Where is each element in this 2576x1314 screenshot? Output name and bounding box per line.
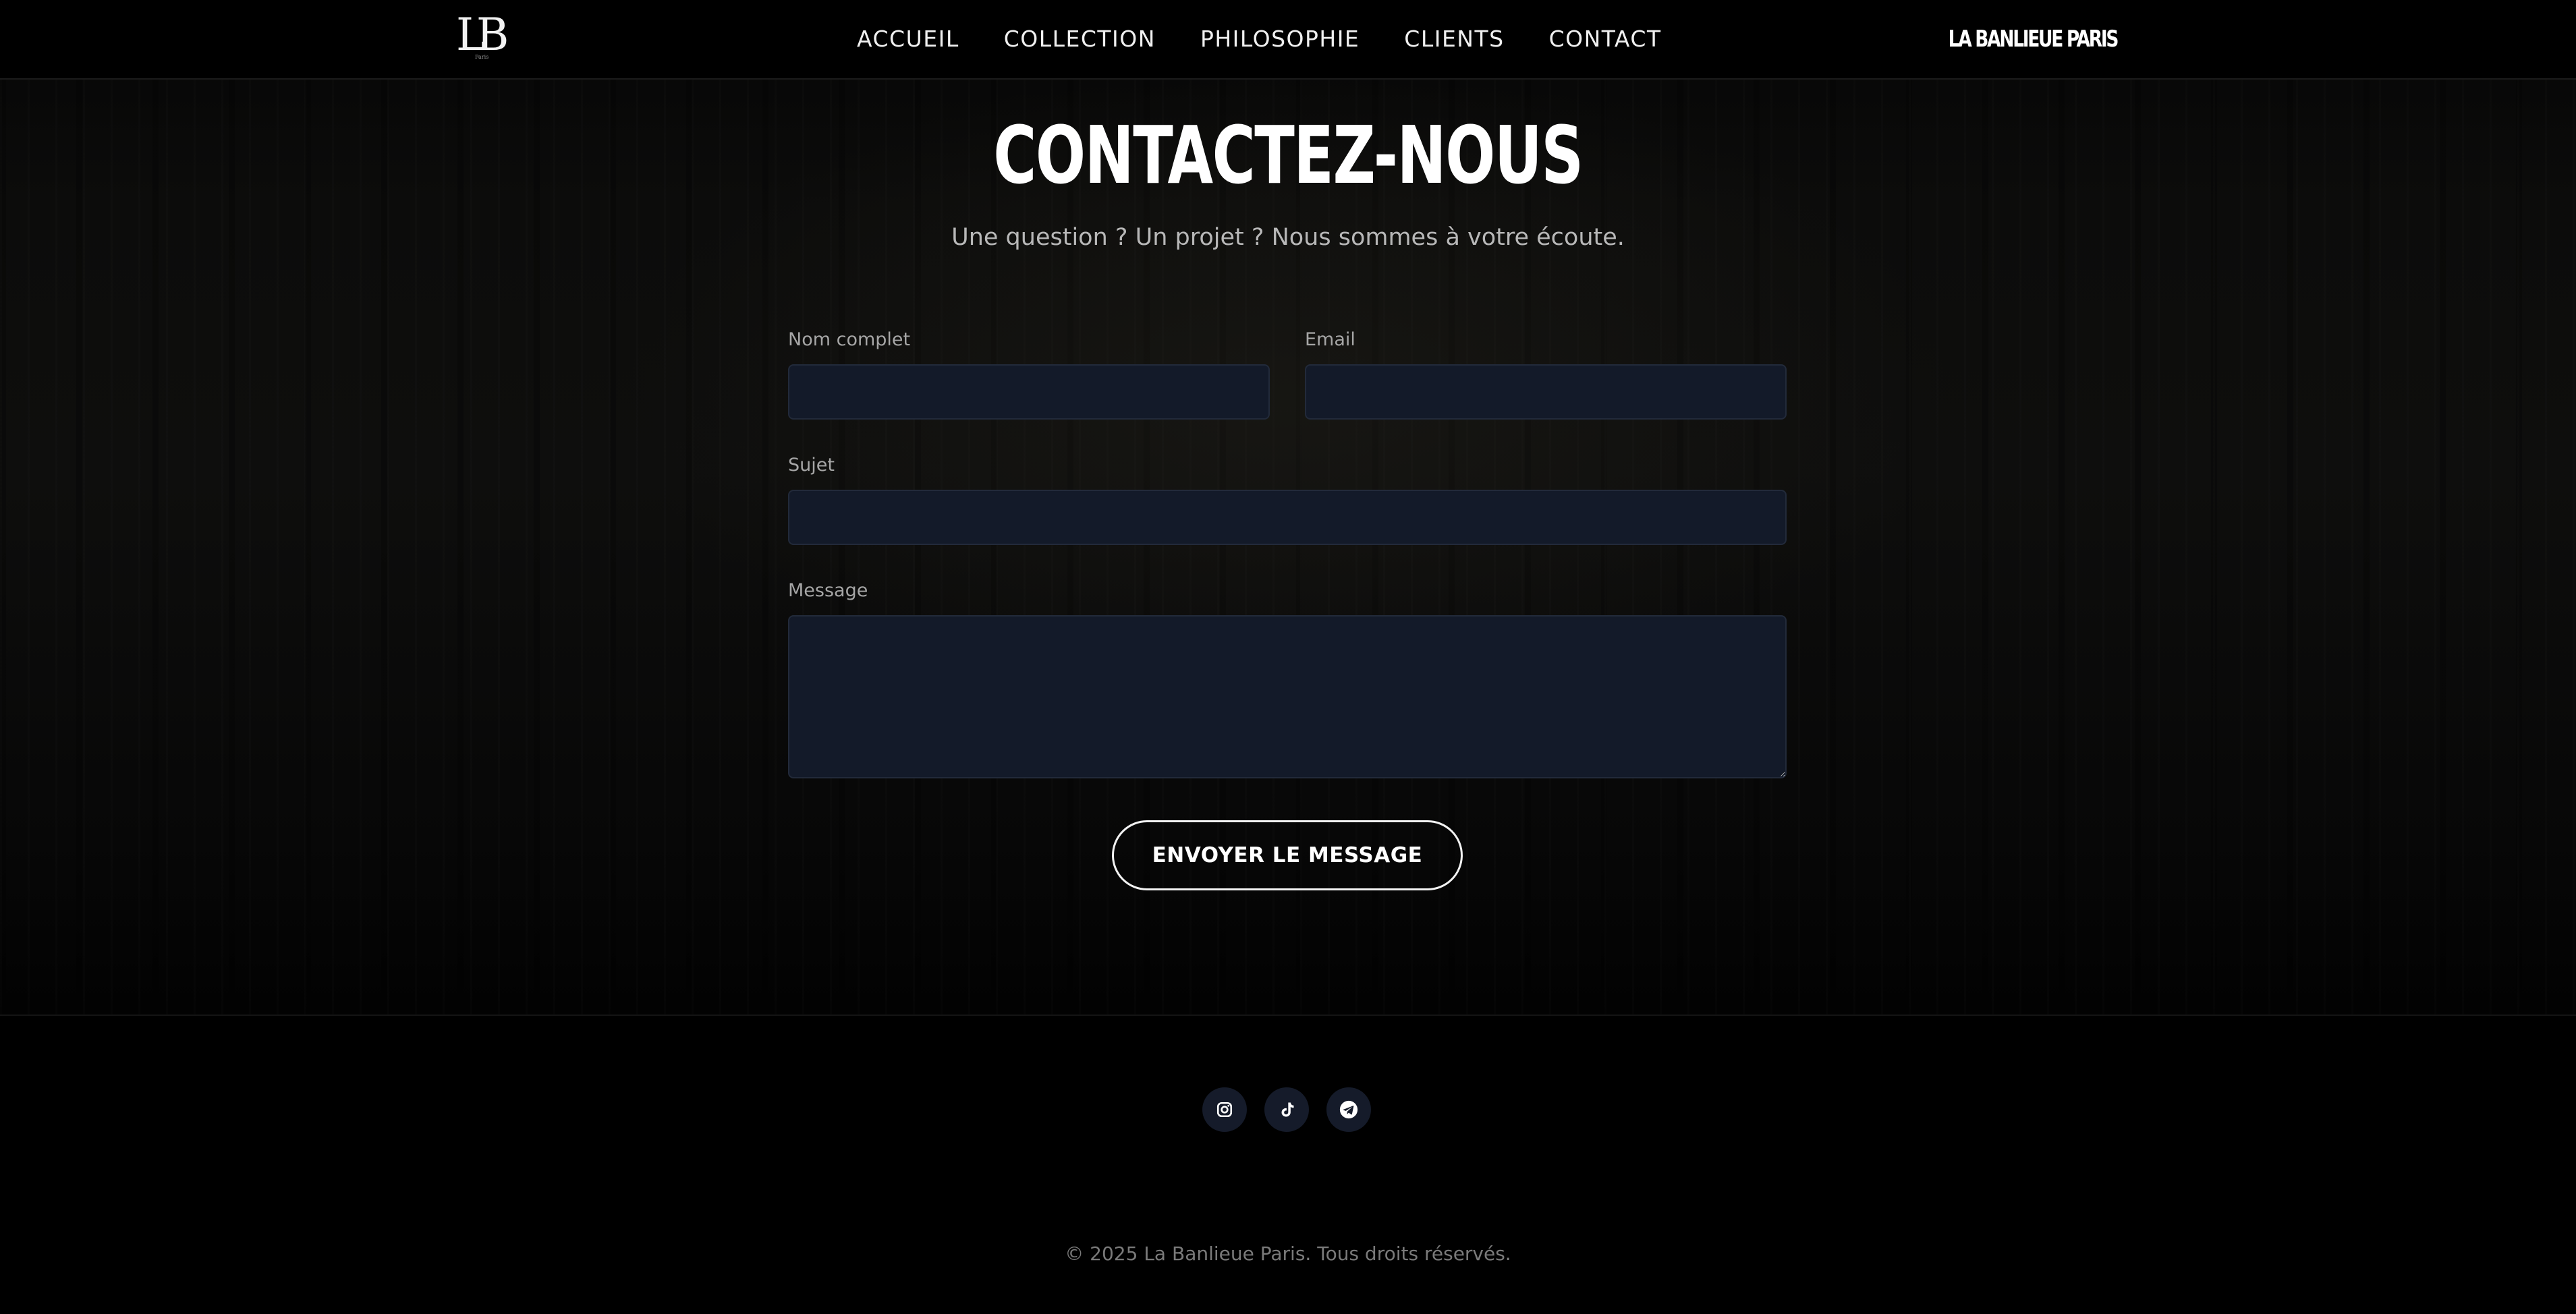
contact-page: LB Paris ACCUEIL COLLECTION PHILOSOPHIE … [0,0,2576,1314]
nav-item-contact[interactable]: CONTACT [1549,20,1662,58]
nav-item-accueil[interactable]: ACCUEIL [857,20,959,58]
subject-field[interactable] [788,490,1787,545]
nav-item-philosophie[interactable]: PHILOSOPHIE [1200,20,1360,58]
message-label: Message [788,580,868,601]
page-subtitle: Une question ? Un projet ? Nous sommes à… [951,224,1625,251]
page-title: CONTACTEZ-NOUS [993,109,1584,202]
main-nav: ACCUEIL COLLECTION PHILOSOPHIE CLIENTS C… [857,20,1706,58]
brand-wordmark[interactable]: LA BANLIEUE PARIS [1949,20,2119,58]
message-field[interactable] [788,615,1787,778]
send-message-button[interactable]: ENVOYER LE MESSAGE [1112,820,1463,890]
telegram-link[interactable] [1326,1087,1371,1132]
subject-label: Sujet [788,455,835,476]
instagram-link[interactable] [1202,1087,1247,1132]
email-field[interactable] [1305,364,1787,420]
name-label: Nom complet [788,329,911,350]
copyright-text: © 2025 La Banlieue Paris. Tous droits ré… [1065,1242,1511,1265]
telegram-icon [1339,1100,1358,1119]
site-header: LB Paris ACCUEIL COLLECTION PHILOSOPHIE … [0,0,2576,80]
name-field[interactable] [788,364,1270,420]
tiktok-icon [1281,1102,1294,1117]
tiktok-link[interactable] [1264,1087,1309,1132]
logo-subtext: Paris [475,54,489,60]
instagram-icon [1216,1102,1233,1118]
nav-item-collection[interactable]: COLLECTION [1004,20,1156,58]
site-footer: © 2025 La Banlieue Paris. Tous droits ré… [0,1015,2576,1314]
email-label: Email [1305,329,1355,350]
nav-item-clients[interactable]: CLIENTS [1404,20,1504,58]
